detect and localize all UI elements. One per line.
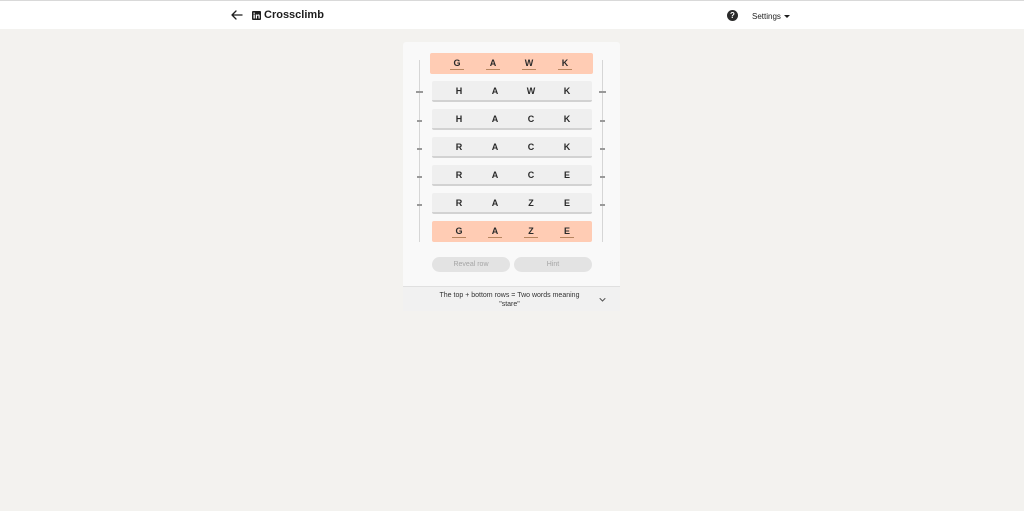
- back-button[interactable]: [229, 7, 245, 23]
- row-letter: K: [558, 53, 572, 74]
- row-letter: E: [563, 198, 570, 208]
- question-circle-icon: ?: [730, 11, 735, 20]
- row-letter: H: [455, 114, 463, 124]
- row-letter: E: [560, 221, 574, 242]
- drag-handle-icon[interactable]: [417, 148, 422, 150]
- clue-panel[interactable]: The top + bottom rows = Two words meanin…: [403, 286, 620, 311]
- row-letter: A: [491, 170, 499, 180]
- row-letter: C: [527, 142, 535, 152]
- row-letter: R: [455, 142, 463, 152]
- top-bar: Crossclimb ? Settings: [0, 0, 1024, 29]
- app-title: Crossclimb: [264, 9, 324, 21]
- row-letter: A: [486, 53, 500, 74]
- settings-label: Settings: [752, 12, 781, 21]
- arrow-left-icon: [231, 10, 243, 20]
- row-letter: C: [527, 114, 535, 124]
- drag-handle-icon[interactable]: [416, 91, 423, 93]
- row-letter: R: [455, 198, 463, 208]
- clue-text: The top + bottom rows = Two words meanin…: [439, 292, 580, 308]
- word-row[interactable]: RACK: [432, 137, 592, 158]
- row-letter: A: [488, 221, 502, 242]
- row-letter: Z: [528, 198, 534, 208]
- row-letter: C: [527, 170, 535, 180]
- drag-handle-icon[interactable]: [417, 204, 422, 206]
- row-letter: K: [563, 86, 571, 96]
- help-button[interactable]: ?: [727, 10, 738, 21]
- row-letter: R: [455, 170, 463, 180]
- left-rail: [419, 60, 420, 242]
- word-row[interactable]: RAZE: [432, 193, 592, 214]
- row-letter: A: [491, 198, 499, 208]
- drag-handle-icon[interactable]: [600, 120, 605, 122]
- right-rail: [602, 60, 603, 242]
- caret-down-icon: [783, 15, 790, 18]
- chevron-down-icon[interactable]: [599, 296, 606, 303]
- row-letter: A: [491, 86, 499, 96]
- game-board: GAWKHAWKHACKRACKRACERAZEGAZE Reveal row …: [403, 42, 620, 311]
- drag-handle-icon[interactable]: [417, 176, 422, 178]
- settings-dropdown[interactable]: Settings: [752, 10, 790, 23]
- word-row[interactable]: HACK: [432, 109, 592, 130]
- linkedin-logo-icon: [252, 11, 261, 20]
- row-letter: G: [450, 53, 464, 74]
- word-row[interactable]: RACE: [432, 165, 592, 186]
- reveal-row-button[interactable]: Reveal row: [432, 257, 510, 272]
- drag-handle-icon[interactable]: [600, 204, 605, 206]
- row-letter: K: [563, 142, 571, 152]
- drag-handle-icon[interactable]: [599, 91, 606, 93]
- locked-word-row[interactable]: GAWK: [430, 53, 593, 74]
- row-letter: A: [491, 114, 499, 124]
- drag-handle-icon[interactable]: [600, 148, 605, 150]
- row-letter: K: [563, 114, 571, 124]
- locked-word-row[interactable]: GAZE: [432, 221, 592, 242]
- row-letter: G: [452, 221, 466, 242]
- drag-handle-icon[interactable]: [417, 120, 422, 122]
- row-letter: E: [563, 170, 570, 180]
- row-letter: W: [522, 53, 536, 74]
- hint-button[interactable]: Hint: [514, 257, 592, 272]
- row-letter: W: [526, 86, 536, 96]
- row-letter: H: [455, 86, 463, 96]
- row-letter: A: [491, 142, 499, 152]
- row-letter: Z: [524, 221, 538, 242]
- drag-handle-icon[interactable]: [600, 176, 605, 178]
- word-row[interactable]: HAWK: [432, 81, 592, 102]
